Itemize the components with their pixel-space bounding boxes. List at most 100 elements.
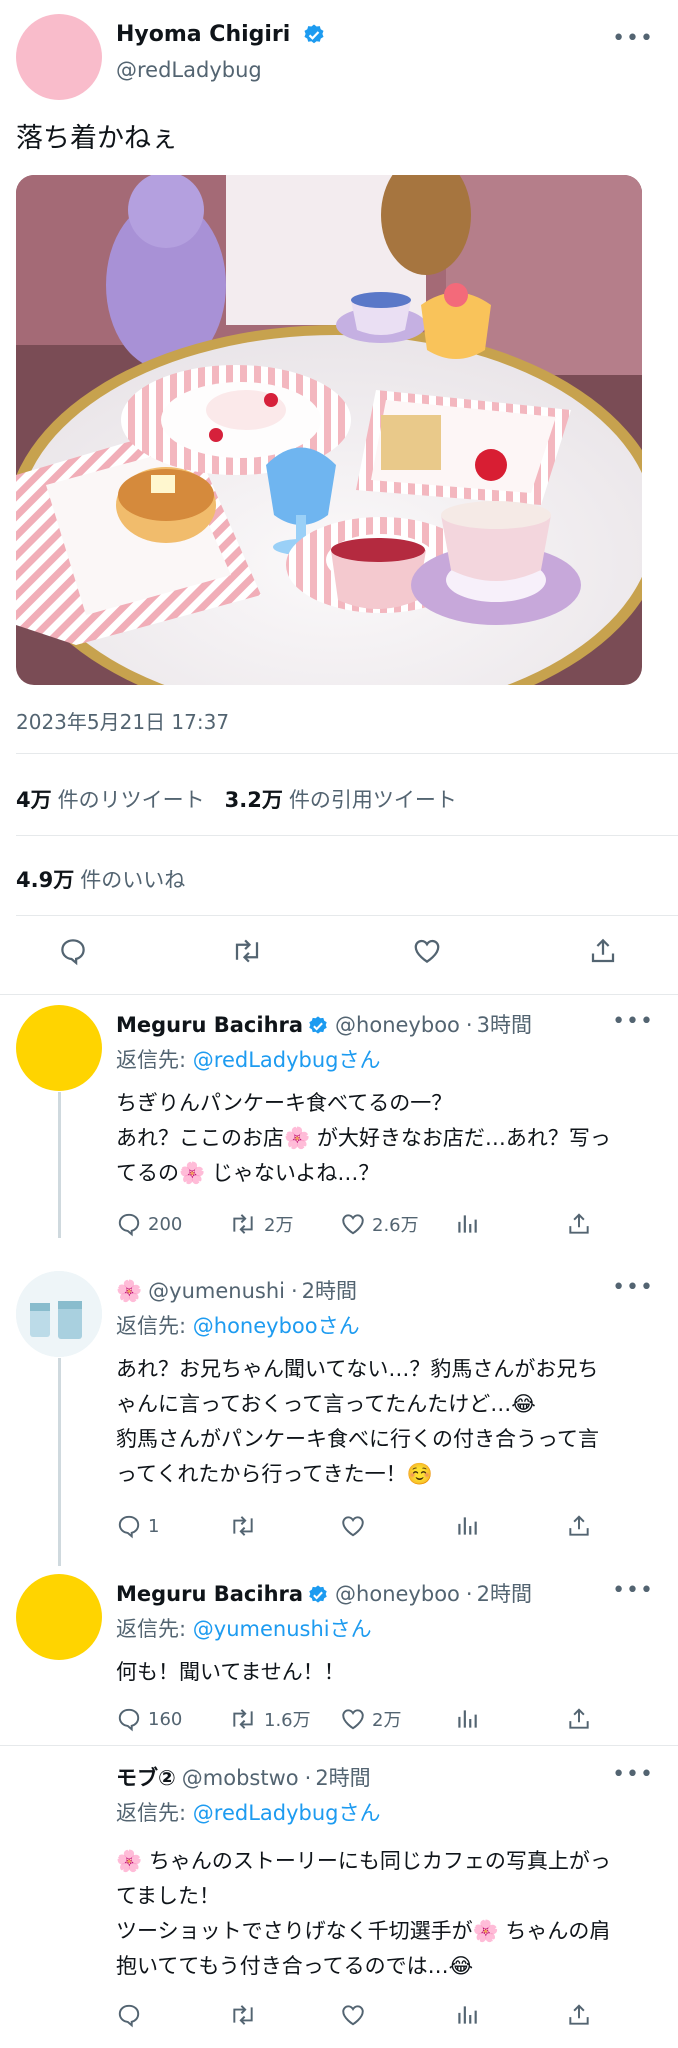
retweet-button[interactable]: 2万 <box>228 1211 293 1237</box>
author-handle[interactable]: @redLadybug <box>116 58 262 82</box>
share-button[interactable] <box>566 1513 592 1539</box>
retweet-button[interactable] <box>228 1513 258 1539</box>
like-button[interactable] <box>412 936 442 966</box>
reply-time[interactable]: 2時間 <box>477 1582 532 1606</box>
reply-count: 1 <box>148 1515 160 1537</box>
retweet-icon <box>235 939 259 963</box>
share-button[interactable] <box>566 1706 592 1732</box>
like-stats: 4.9万 件のいいね <box>16 864 205 894</box>
reply-text-line: ツーショットでさりげなく千切選手が🌸 ちゃんの肩 <box>116 1919 611 1943</box>
reply-text-line: あれ？お兄ちゃん聞いてない…？豹馬さんがお兄ち <box>116 1357 599 1381</box>
meta-separator: · <box>465 1582 473 1606</box>
divider <box>16 915 678 916</box>
reply-button[interactable]: 160 <box>116 1706 182 1732</box>
tweet-photo[interactable] <box>16 175 642 685</box>
avatar[interactable] <box>16 1271 102 1357</box>
like-count[interactable]: 4.9万 <box>16 868 74 892</box>
like-button[interactable] <box>340 2002 366 2028</box>
author-display-name[interactable]: モブ② <box>116 1766 176 1790</box>
more-options-icon[interactable]: ••• <box>612 26 654 51</box>
analytics-button[interactable] <box>454 1513 480 1539</box>
heart-icon <box>342 1214 364 1235</box>
replying-to: 返信先: @honeybooさん <box>116 1310 360 1340</box>
like-button[interactable] <box>340 1513 366 1539</box>
author-handle[interactable]: @honeyboo <box>335 1582 460 1606</box>
author-handle[interactable]: @yumenushi <box>148 1279 285 1303</box>
avatar[interactable] <box>16 1005 102 1091</box>
analytics-icon <box>458 2006 477 2024</box>
avatar[interactable] <box>16 14 102 100</box>
reply-text-line: 🌸 ちゃんのストーリーにも同じカフェの写真上がっ <box>116 1849 611 1873</box>
reply-action-bar: 1 <box>0 1513 678 1553</box>
reply-text-line: 豹馬さんがパンケーキ食べに行くの付き合うって言 <box>116 1427 599 1451</box>
analytics-icon <box>458 1215 477 1233</box>
retweet-quote-stats: 4万 件のリツイート 3.2万 件の引用ツイート <box>16 784 477 814</box>
reply-time[interactable]: 2時間 <box>302 1279 357 1303</box>
retweet-button[interactable]: 1.6万 <box>228 1706 311 1732</box>
heart-icon <box>342 1709 364 1730</box>
analytics-button[interactable] <box>454 1706 480 1732</box>
quote-count[interactable]: 3.2万 <box>225 788 283 812</box>
retweet-label[interactable]: 件のリツイート <box>58 788 205 812</box>
author-display-name[interactable]: Meguru Bacihra <box>116 1582 303 1606</box>
reply-count: 160 <box>148 1708 183 1730</box>
replying-to: 返信先: @redLadybugさん <box>116 1044 380 1074</box>
quote-label[interactable]: 件の引用ツイート <box>289 788 457 812</box>
retweet-icon <box>233 1709 253 1729</box>
more-options-icon[interactable]: ••• <box>612 1762 654 1787</box>
reply-button[interactable] <box>116 2002 142 2028</box>
replying-to: 返信先: @yumenushiさん <box>116 1613 372 1643</box>
author-handle[interactable]: @honeyboo <box>335 1013 460 1037</box>
replying-to-link[interactable]: @honeybooさん <box>193 1314 360 1338</box>
like-button[interactable]: 2万 <box>340 1706 401 1732</box>
divider <box>0 994 678 995</box>
reply-icon <box>118 2004 140 2028</box>
reply-text-line: ゃんに言っておくって言ってたんたけど…😂 <box>116 1392 536 1416</box>
share-button[interactable] <box>566 1211 592 1237</box>
like-label[interactable]: 件のいいね <box>80 868 185 892</box>
reply-text: 🌸 ちゃんのストーリーにも同じカフェの写真上がっ てました！ ツーショットでさりげな… <box>116 1844 656 1984</box>
divider <box>16 835 678 836</box>
share-button[interactable] <box>566 2002 592 2028</box>
reply-text-line: 何も！聞いてません！！ <box>116 1660 345 1684</box>
reply-button[interactable]: 1 <box>116 1513 159 1539</box>
retweet-button[interactable] <box>230 936 264 966</box>
author-display-name[interactable]: Hyoma Chigiri <box>116 22 290 47</box>
reply-button[interactable]: 200 <box>116 1211 182 1237</box>
more-options-icon[interactable]: ••• <box>612 1578 654 1603</box>
replying-to-prefix: 返信先: <box>116 1801 193 1825</box>
divider <box>16 753 678 754</box>
replying-to-link[interactable]: @redLadybugさん <box>193 1801 381 1825</box>
more-options-icon[interactable]: ••• <box>612 1009 654 1034</box>
divider <box>0 1745 678 1746</box>
like-button[interactable]: 2.6万 <box>340 1211 419 1237</box>
tweet-timestamp[interactable]: 2023年5月21日 17:37 <box>16 706 229 735</box>
avatar[interactable] <box>16 1574 102 1660</box>
replying-to-prefix: 返信先: <box>116 1617 193 1641</box>
reply-count: 200 <box>148 1213 183 1235</box>
reply-text-line: てるの🌸 じゃないよね…？ <box>116 1161 380 1185</box>
analytics-button[interactable] <box>454 2002 480 2028</box>
reply-time[interactable]: 3時間 <box>477 1013 532 1037</box>
more-options-icon[interactable]: ••• <box>612 1275 654 1300</box>
replying-to-link[interactable]: @redLadybugさん <box>193 1048 381 1072</box>
reply-text: 何も！聞いてません！！ <box>116 1655 656 1690</box>
author-name[interactable]: Hyoma Chigiri <box>116 22 326 47</box>
replying-to-link[interactable]: @yumenushiさん <box>193 1617 372 1641</box>
reply-header: Meguru Bacihra @honeyboo · 3時間 <box>116 1009 532 1039</box>
meta-separator: · <box>465 1013 473 1037</box>
retweet-count[interactable]: 4万 <box>16 788 52 812</box>
author-display-name[interactable]: 🌸 <box>116 1279 142 1303</box>
analytics-button[interactable] <box>454 1211 480 1237</box>
author-display-name[interactable]: Meguru Bacihra <box>116 1013 303 1037</box>
analytics-icon <box>458 1517 477 1535</box>
heart-icon <box>342 1516 364 1537</box>
share-icon <box>569 1708 589 1729</box>
reply-header: モブ② @mobstwo · 2時間 <box>116 1762 371 1792</box>
reply-time[interactable]: 2時間 <box>315 1766 370 1790</box>
main-action-bar <box>0 936 678 976</box>
author-handle[interactable]: @mobstwo <box>182 1766 299 1790</box>
share-button[interactable] <box>588 936 618 966</box>
reply-button[interactable] <box>58 936 88 966</box>
retweet-button[interactable] <box>228 2002 258 2028</box>
